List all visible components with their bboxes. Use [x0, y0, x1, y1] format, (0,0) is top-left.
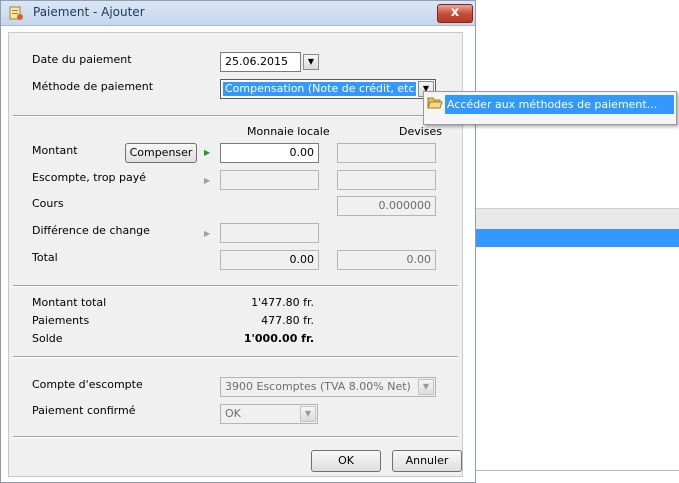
montant-currency-input[interactable] [337, 143, 436, 163]
ok-button[interactable]: OK [311, 450, 381, 472]
separator [13, 115, 458, 117]
play-arrow-icon: ▶ [204, 229, 211, 238]
separator [13, 436, 458, 438]
cours-field[interactable]: 0.000000 [337, 196, 436, 216]
paiements-label: Paiements [32, 314, 90, 327]
window-title: Paiement - Ajouter [33, 5, 145, 19]
compenser-button[interactable]: Compenser [125, 143, 197, 163]
solde-value: 1'000.00 fr. [243, 332, 314, 345]
popup-item-open-methods[interactable]: Accéder aux méthodes de paiement... [445, 95, 674, 114]
paiement-confirme-select[interactable]: OK ▼ [220, 404, 318, 424]
col-header-local: Monnaie locale [247, 125, 330, 138]
app-icon [9, 6, 23, 20]
col-header-currency: Devises [399, 125, 443, 138]
compte-escompte-select[interactable]: 3900 Escomptes (TVA 8.00% Net) ▼ [220, 377, 436, 397]
compte-dropdown-button[interactable]: ▼ [418, 379, 434, 395]
escompte-local-input[interactable] [220, 170, 319, 190]
method-select[interactable]: Compensation (Note de crédit, etc.) ▼ [220, 79, 436, 99]
compte-escompte-label: Compte d'escompte [32, 378, 143, 391]
chevron-down-icon: ▼ [307, 57, 315, 66]
difference-local-input[interactable] [220, 223, 319, 243]
background-header-bar [475, 208, 679, 230]
total-currency-field: 0.00 [337, 250, 436, 270]
paiement-confirme-value: OK [225, 407, 241, 420]
title-bar[interactable]: Paiement - Ajouter x [1, 1, 475, 26]
folder-open-icon [427, 97, 443, 109]
date-field[interactable]: 25.06.2015 [220, 52, 301, 72]
total-label: Total [32, 251, 58, 264]
chevron-down-icon: ▼ [422, 382, 430, 391]
montant-total-label: Montant total [32, 296, 107, 309]
paiements-value: 477.80 fr. [261, 314, 314, 327]
method-popup-menu: Accéder aux méthodes de paiement... [423, 91, 677, 125]
method-selected-value: Compensation (Note de crédit, etc.) [223, 82, 416, 96]
montant-local-input[interactable]: 0.00 [220, 143, 319, 163]
chevron-down-icon: ▼ [304, 409, 312, 418]
close-icon: x [450, 5, 460, 20]
background-divider [475, 470, 679, 471]
payment-dialog: Paiement - Ajouter x Date du paiement 25… [0, 0, 476, 483]
montant-total-value: 1'477.80 fr. [251, 296, 314, 309]
escompte-label: Escompte, trop payé [32, 171, 147, 184]
cancel-button[interactable]: Annuler [392, 450, 462, 472]
date-picker-button[interactable]: ▼ [303, 54, 319, 70]
confirme-dropdown-button[interactable]: ▼ [300, 406, 316, 422]
background-selected-row[interactable] [475, 229, 679, 247]
solde-label: Solde [32, 332, 63, 345]
compte-escompte-value: 3900 Escomptes (TVA 8.00% Net) [225, 380, 411, 393]
difference-label: Différence de change [32, 224, 150, 237]
close-button[interactable]: x [437, 4, 473, 23]
dialog-client-area: Date du paiement 25.06.2015 ▼ Méthode de… [8, 32, 463, 477]
separator [13, 356, 458, 358]
play-arrow-icon: ▶ [204, 148, 211, 157]
method-label: Méthode de paiement [32, 80, 154, 93]
date-label: Date du paiement [32, 53, 132, 66]
separator [13, 285, 458, 287]
cours-label: Cours [32, 197, 64, 210]
paiement-confirme-label: Paiement confirmé [32, 404, 136, 417]
play-arrow-icon: ▶ [204, 176, 211, 185]
total-local-field: 0.00 [220, 250, 319, 270]
escompte-currency-input[interactable] [337, 170, 436, 190]
montant-label: Montant [32, 144, 78, 157]
